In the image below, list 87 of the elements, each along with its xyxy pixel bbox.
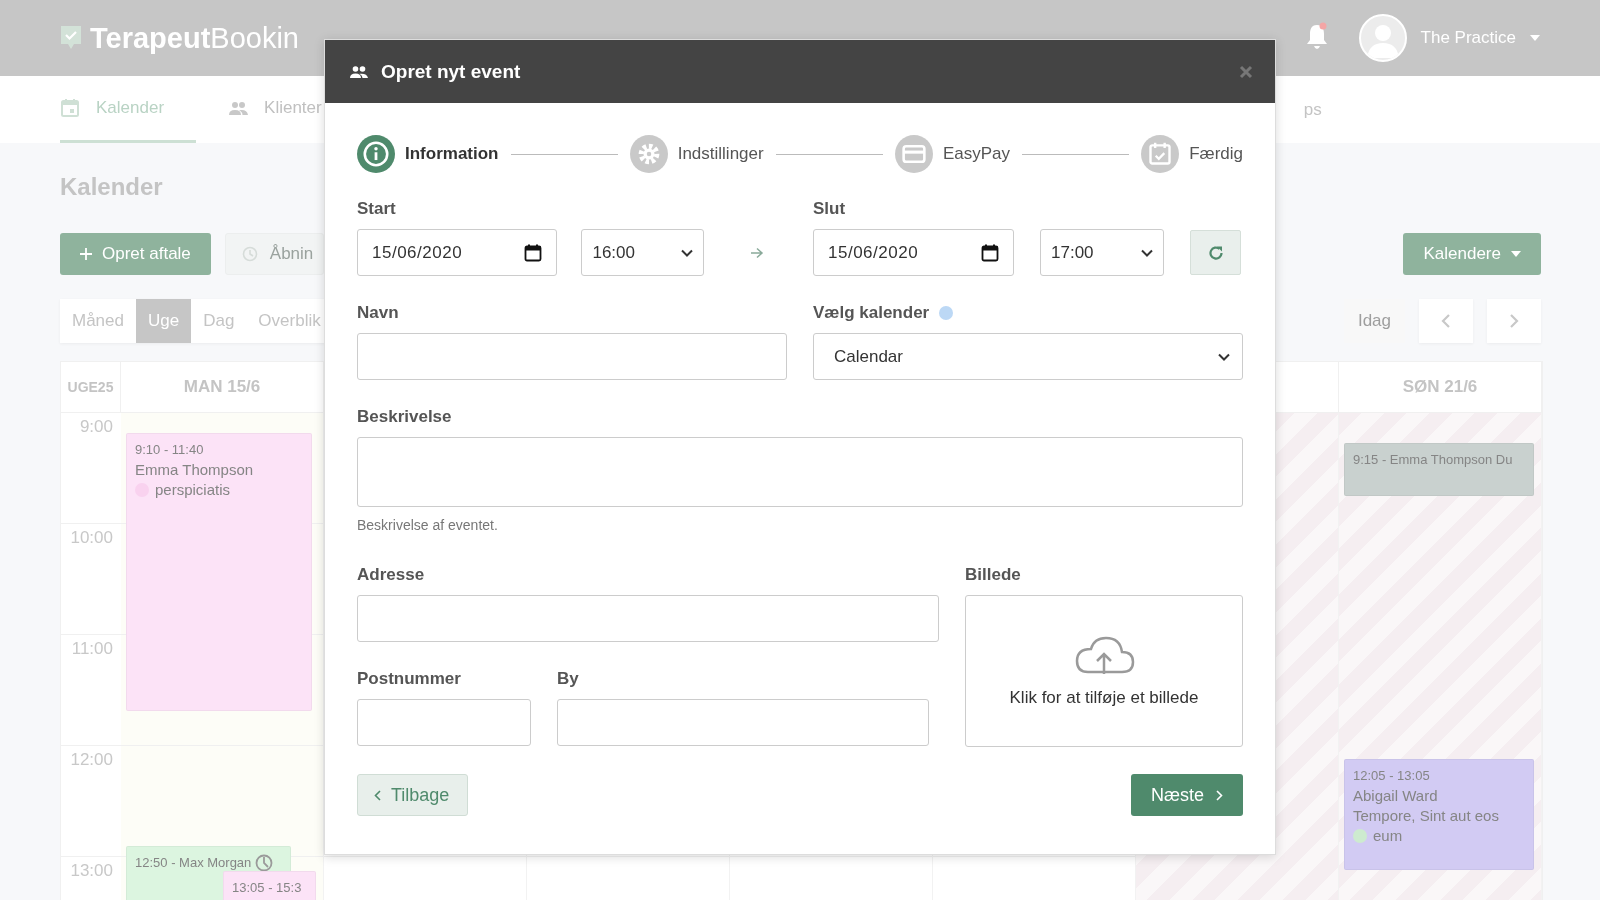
- help-text: Beskrivelse af eventet.: [357, 517, 499, 533]
- wizard-step[interactable]: Indstillinger: [629, 135, 764, 173]
- nav-tab[interactable]: Kalender: [60, 76, 197, 143]
- plus-icon: [80, 248, 92, 260]
- next-button[interactable]: [1487, 299, 1541, 343]
- logo-text: TerapeutBookin: [90, 21, 299, 55]
- calendar-event[interactable]: 12:05 - 13:05 Abigail Ward Tempore, Sint aut eos eum: [1344, 759, 1534, 870]
- chevron-right-icon: [1509, 313, 1519, 329]
- name-field[interactable]: [357, 333, 787, 380]
- wizard-step[interactable]: Information: [357, 135, 499, 173]
- create-appointment-button[interactable]: Opret aftale: [60, 233, 211, 275]
- field-label: Navn: [357, 303, 399, 323]
- event-note: perspiciatis: [155, 480, 231, 500]
- event-service: Tempore, Sint aut eos: [1353, 806, 1500, 826]
- event-client: Emma Thompson: [135, 460, 255, 480]
- nav-tab[interactable]: ps: [1303, 99, 1322, 120]
- view-tab[interactable]: Uge: [136, 299, 192, 343]
- event-note: eum: [1373, 826, 1403, 846]
- chevron-right-icon: [1216, 789, 1223, 801]
- user-name[interactable]: The Practice: [1420, 28, 1516, 48]
- calendar-icon: [60, 98, 82, 118]
- refresh-icon: [1206, 243, 1225, 262]
- field-label: Slut: [813, 199, 846, 219]
- caret-icon[interactable]: [1530, 35, 1540, 41]
- wizard-step[interactable]: Færdig: [1141, 135, 1243, 173]
- refresh-button[interactable]: [1190, 230, 1241, 275]
- week-number: UGE25: [67, 379, 114, 395]
- logo-icon: [60, 25, 82, 51]
- event-client: Abigail Ward: [1353, 786, 1439, 806]
- chevron-down-icon: [680, 248, 693, 257]
- arrow-right-icon: [750, 246, 765, 259]
- opening-hours-button[interactable]: Åbnin: [224, 233, 325, 275]
- caret-icon: [1511, 251, 1521, 257]
- calendar-event[interactable]: 13:05 - 15:3: [223, 871, 316, 900]
- calendar-event[interactable]: 9:10 - 11:40 Emma Thompson perspiciatis: [126, 433, 312, 711]
- calendar-check-icon: [1141, 135, 1180, 173]
- event-time: 9:15 - Emma Thompson Du: [1353, 451, 1513, 469]
- chevron-left-icon: [1441, 313, 1451, 329]
- nav-tab[interactable]: Klienter: [228, 76, 322, 143]
- calendar-icon: [524, 243, 543, 262]
- calendars-dropdown-button[interactable]: Kalendere: [1403, 233, 1541, 275]
- event-time: 12:50 - Max Morgan: [135, 854, 252, 872]
- chevron-down-icon: [1218, 352, 1230, 361]
- chevron-left-icon: [374, 789, 381, 801]
- avatar[interactable]: [1358, 14, 1407, 62]
- date-field[interactable]: 15/06/2020: [357, 229, 558, 276]
- calendar-icon: [981, 243, 999, 262]
- chevron-down-icon: [1141, 248, 1153, 257]
- info-dot-icon: [939, 306, 954, 320]
- event-time: 9:10 - 11:40: [135, 441, 204, 459]
- date-field[interactable]: 15/06/2020: [813, 229, 1014, 276]
- clock-icon: [241, 246, 258, 262]
- view-tab[interactable]: Overblik: [246, 299, 333, 343]
- time-select[interactable]: 16:00: [581, 229, 704, 276]
- back-button[interactable]: Tilbage: [357, 774, 469, 816]
- field-label: By: [557, 669, 579, 689]
- address-field[interactable]: [357, 595, 939, 642]
- gear-icon: [629, 135, 668, 173]
- description-field[interactable]: [357, 437, 1243, 507]
- credit-card-icon: [894, 135, 933, 173]
- bell-icon[interactable]: [1304, 22, 1329, 50]
- previous-button[interactable]: [1419, 299, 1473, 343]
- view-tab[interactable]: Dag: [191, 299, 247, 343]
- field-label: Billede: [965, 565, 1021, 585]
- next-step-button[interactable]: Næste: [1131, 774, 1243, 816]
- field-label: Postnummer: [357, 669, 461, 689]
- info-icon: [357, 135, 395, 173]
- calendar-select[interactable]: Calendar: [813, 333, 1243, 380]
- field-label: Start: [357, 199, 396, 219]
- field-label: Vælg kalender: [813, 303, 930, 323]
- status-dot: [1353, 829, 1367, 843]
- city-field[interactable]: [557, 699, 929, 746]
- dialog-title: Opret nyt event: [381, 60, 521, 83]
- close-button[interactable]: [1239, 64, 1253, 79]
- event-time: 12:05 - 13:05: [1353, 767, 1430, 785]
- field-label: Adresse: [357, 565, 425, 585]
- wizard-step[interactable]: EasyPay: [894, 135, 1010, 173]
- time-select[interactable]: 17:00: [1040, 229, 1164, 276]
- close-icon: [1239, 64, 1253, 79]
- calendar-event[interactable]: 9:15 - Emma Thompson Du: [1344, 443, 1534, 496]
- postcode-field[interactable]: [357, 699, 531, 746]
- people-icon: [349, 63, 369, 80]
- day-header: SØN 21/6: [1402, 377, 1478, 397]
- image-upload-area[interactable]: Klik for at tilføje et billede: [965, 595, 1243, 747]
- field-label: Beskrivelse: [357, 407, 452, 427]
- view-tab[interactable]: Måned: [60, 299, 136, 343]
- day-header: MAN 15/6: [183, 377, 261, 397]
